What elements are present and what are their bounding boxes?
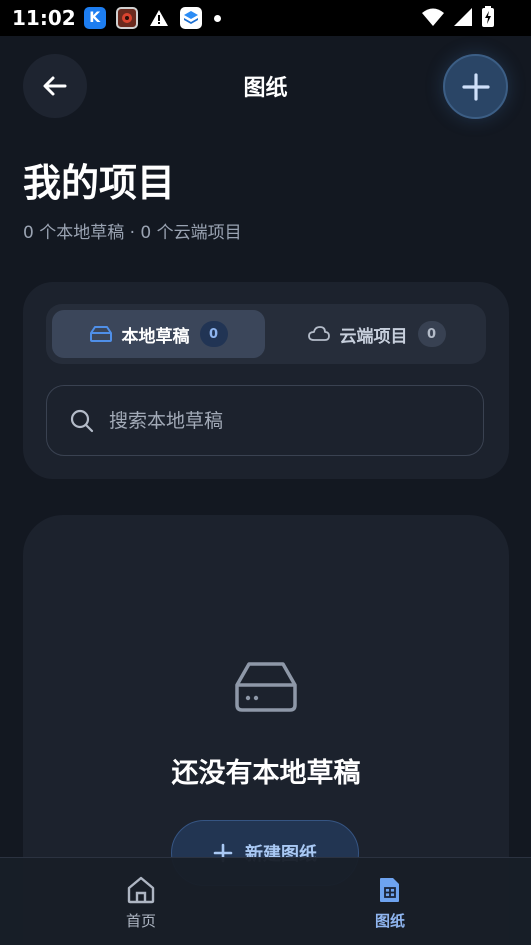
signal-icon [454, 8, 472, 26]
tab-label: 本地草稿 [121, 326, 190, 347]
search-input[interactable] [109, 409, 469, 432]
status-bar: 11:02 K [0, 0, 531, 36]
nav-label: 图纸 [374, 912, 405, 930]
drive-icon [89, 326, 112, 342]
add-drawing-button[interactable] [443, 54, 508, 119]
search-box[interactable] [46, 385, 484, 456]
warning-icon [148, 7, 170, 29]
plus-icon [461, 72, 490, 101]
home-icon [127, 876, 155, 904]
nav-label: 首页 [125, 912, 156, 930]
drive-empty-icon [235, 662, 297, 712]
cloud-icon [307, 326, 330, 341]
more-notifications-dot [213, 14, 221, 22]
filter-panel: 本地草稿 0 云端项目 0 [23, 282, 509, 479]
kuake-app-icon: K [83, 7, 106, 29]
layers-app-icon [179, 7, 202, 29]
drawing-icon [380, 878, 399, 902]
empty-state-title: 还没有本地草稿 [171, 758, 361, 789]
segmented-control: 本地草稿 0 云端项目 0 [46, 304, 486, 364]
app-notification-icon [115, 7, 138, 29]
page-subtitle: 0 个本地草稿 · 0 个云端项目 [23, 223, 242, 243]
tab-local-drafts[interactable]: 本地草稿 0 [52, 310, 265, 358]
page-title: 我的项目 [23, 161, 176, 205]
tab-count-badge: 0 [417, 321, 446, 347]
nav-item-drawings[interactable]: 图纸 [330, 876, 450, 931]
nav-item-home[interactable]: 首页 [81, 876, 201, 931]
system-indicators [421, 6, 495, 28]
bottom-navigation: 首页 图纸 [0, 857, 531, 945]
battery-icon [482, 6, 494, 27]
status-time: 11:02 [12, 6, 76, 30]
tab-label: 云端项目 [339, 326, 408, 347]
tab-count-badge: 0 [199, 321, 228, 347]
wifi-icon [422, 8, 444, 26]
tab-cloud-projects[interactable]: 云端项目 0 [273, 310, 480, 358]
search-icon [70, 409, 94, 432]
